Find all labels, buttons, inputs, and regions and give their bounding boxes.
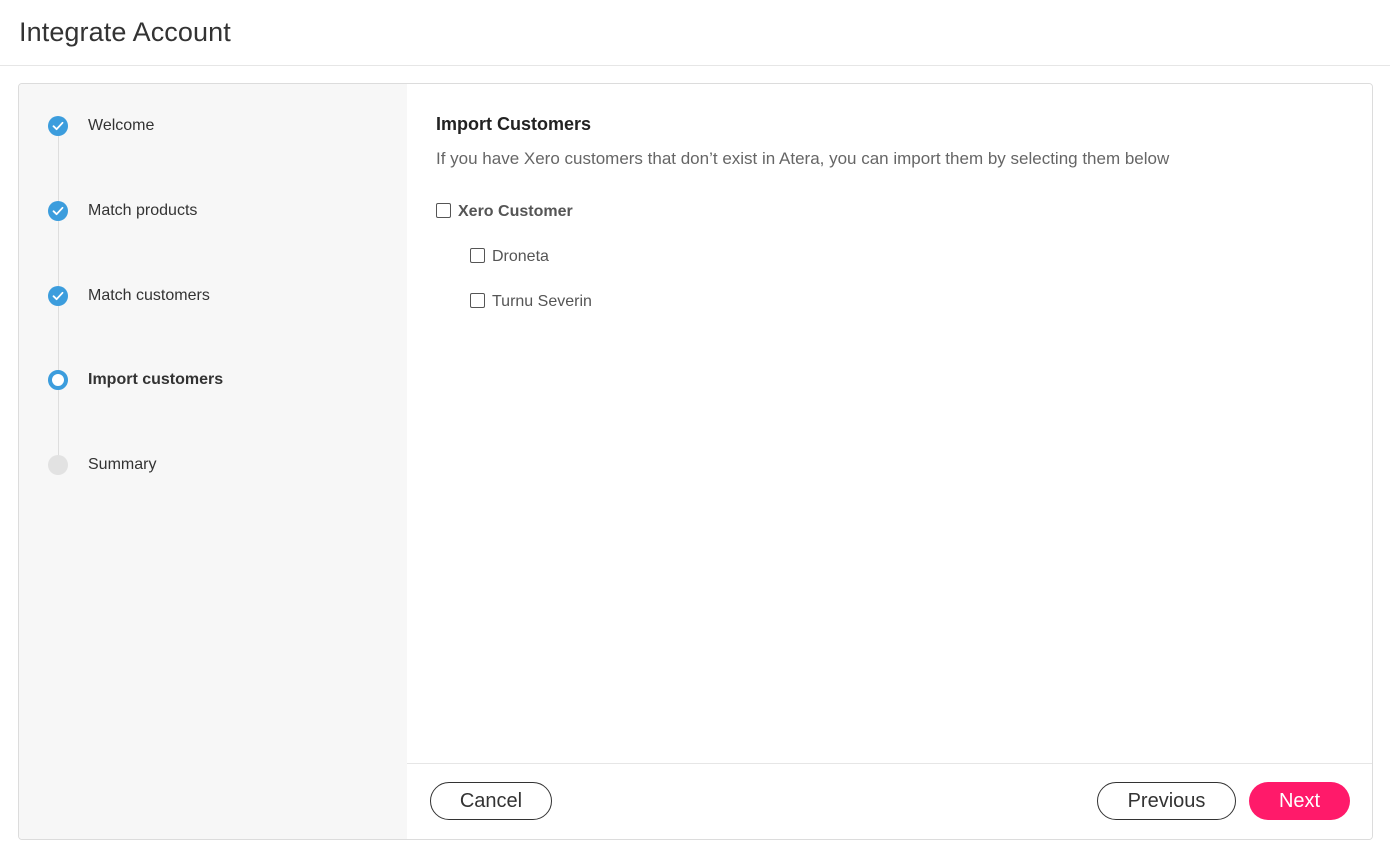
previous-button[interactable]: Previous: [1097, 782, 1236, 820]
next-button[interactable]: Next: [1249, 782, 1350, 820]
page-header: Integrate Account: [0, 0, 1390, 66]
xero-customer-checkbox[interactable]: [436, 202, 451, 218]
check-icon: [48, 286, 68, 306]
tree-parent-row: Xero Customer: [436, 201, 1352, 223]
cancel-button[interactable]: Cancel: [430, 782, 552, 820]
step-label: Import customers: [88, 371, 224, 388]
wizard-panel: Welcome Match products Match customers I…: [18, 83, 1373, 840]
import-customers-section: Import Customers If you have Xero custom…: [436, 114, 1352, 313]
turnu-severin-checkbox[interactable]: [470, 292, 485, 308]
section-description: If you have Xero customers that don’t ex…: [436, 149, 1170, 168]
step-label: Summary: [88, 456, 157, 473]
tree-parent-label: Xero Customer: [458, 203, 573, 220]
tree-child-label: Turnu Severin: [492, 293, 592, 310]
customer-tree: Xero Customer Droneta Turnu Severin: [436, 201, 1352, 313]
tree-child-label: Droneta: [492, 248, 549, 265]
page-title: Integrate Account: [19, 17, 231, 47]
step-label: Welcome: [88, 117, 155, 134]
step-welcome[interactable]: Welcome: [48, 115, 154, 137]
step-summary[interactable]: Summary: [48, 454, 156, 476]
step-match-products[interactable]: Match products: [48, 200, 197, 222]
dot-icon: [48, 455, 68, 475]
tree-child-row: Turnu Severin: [470, 291, 1352, 313]
wizard-main: Import Customers If you have Xero custom…: [407, 84, 1372, 839]
section-title: Import Customers: [436, 114, 592, 134]
step-match-customers[interactable]: Match customers: [48, 285, 210, 307]
wizard-footer: Cancel Previous Next: [407, 763, 1372, 839]
droneta-checkbox[interactable]: [470, 247, 485, 263]
step-import-customers[interactable]: Import customers: [48, 369, 223, 391]
check-icon: [48, 116, 68, 136]
step-label: Match customers: [88, 287, 210, 304]
wizard-steps: Welcome Match products Match customers I…: [19, 84, 407, 839]
ring-icon: [48, 370, 68, 390]
tree-child-row: Droneta: [470, 246, 1352, 268]
check-icon: [48, 201, 68, 221]
step-label: Match products: [88, 202, 198, 219]
